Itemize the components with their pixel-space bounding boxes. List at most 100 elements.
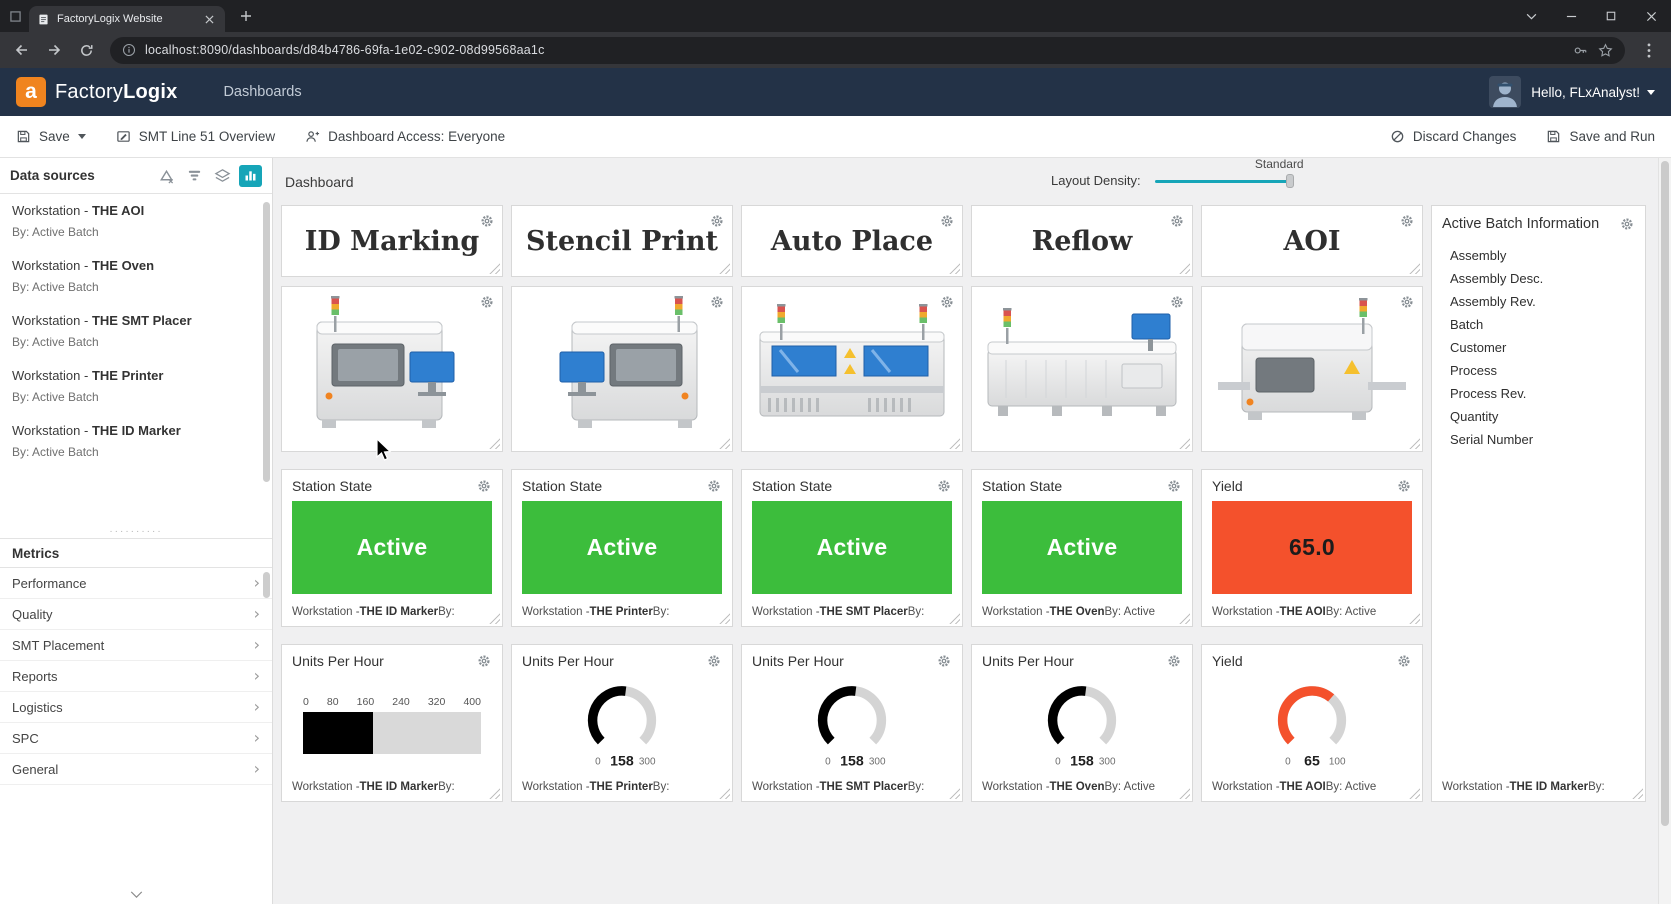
widget-settings-gear-icon[interactable] [939,213,955,229]
save-and-run-button[interactable]: Save and Run [1546,129,1655,144]
widget-station-title[interactable]: Reflow [971,205,1193,277]
widget-machine-image[interactable] [281,286,503,452]
list-item[interactable]: Workstation - THE Oven By: Active Batch [0,249,272,304]
dashboard-access-button[interactable]: Dashboard Access: Everyone [305,129,505,144]
bookmark-star-icon[interactable] [1598,43,1613,58]
widget-settings-gear-icon[interactable] [1166,653,1182,669]
user-avatar[interactable] [1489,76,1521,108]
dashboard-name-button[interactable]: SMT Line 51 Overview [116,129,275,144]
slider-track[interactable] [1155,180,1290,184]
widget-settings-gear-icon[interactable] [706,478,722,494]
save-dropdown-caret-icon[interactable] [78,134,86,139]
widget-settings-gear-icon[interactable] [1399,294,1415,310]
widget-station-title[interactable]: Auto Place [741,205,963,277]
password-key-icon[interactable] [1573,43,1588,58]
sidebar-scrollbar-thumb[interactable] [263,202,270,482]
window-maximize-button[interactable] [1591,0,1631,32]
widget-station-title[interactable]: ID Marking [281,205,503,277]
widget-settings-gear-icon[interactable] [1396,653,1412,669]
widget-settings-gear-icon[interactable] [706,653,722,669]
list-item[interactable]: Workstation - THE SMT Placer By: Active … [0,304,272,359]
widget-settings-gear-icon[interactable] [476,478,492,494]
window-close-button[interactable] [1631,0,1671,32]
list-item[interactable]: Workstation - THE AOI By: Active Batch [0,194,272,249]
browser-tab[interactable]: FactoryLogix Website [29,6,225,32]
refresh-button[interactable] [72,36,100,64]
site-info-icon[interactable] [122,43,136,57]
widget-settings-gear-icon[interactable] [1619,216,1635,232]
user-menu[interactable]: Hello, FLxAnalyst! [1531,85,1655,100]
discard-changes-button[interactable]: Discard Changes [1390,129,1517,144]
greeting-text: Hello, FLxAnalyst! [1531,85,1640,100]
save-button[interactable]: Save [16,129,86,144]
window-chevron-icon[interactable] [1511,0,1551,32]
widget-machine-image[interactable] [971,286,1193,452]
scroll-down-chevron-icon[interactable] [0,884,272,904]
widget-settings-gear-icon[interactable] [1166,478,1182,494]
resize-handle[interactable] [1409,263,1420,274]
sidebar-item-reports[interactable]: Reports› [0,661,272,692]
widget-units-per-hour[interactable]: Units Per Hour 080160240320400 Workstati… [281,644,503,802]
new-tab-button[interactable] [233,3,259,29]
sidebar-item-logistics[interactable]: Logistics› [0,692,272,723]
page-scrollbar[interactable] [1658,158,1671,904]
sidebar-item-smt-placement[interactable]: SMT Placement› [0,630,272,661]
widget-settings-gear-icon[interactable] [936,653,952,669]
datasource-layers-icon[interactable] [211,165,234,187]
widget-settings-gear-icon[interactable] [1169,213,1185,229]
panel-resize-handle[interactable]: ·········· [0,524,272,538]
widget-settings-gear-icon[interactable] [936,478,952,494]
nav-dashboards[interactable]: Dashboards [223,84,301,100]
widget-settings-gear-icon[interactable] [479,213,495,229]
metrics-scrollbar-thumb[interactable] [263,572,270,598]
widget-station-state[interactable]: Station State Active Workstation - THE P… [511,469,733,627]
widget-settings-gear-icon[interactable] [476,653,492,669]
widget-station-title[interactable]: AOI [1201,205,1423,277]
widget-units-per-hour[interactable]: Units Per Hour 0 300 158 Workstation - T… [511,644,733,802]
resize-handle[interactable] [489,263,500,274]
slider-thumb[interactable] [1286,174,1294,188]
widget-settings-gear-icon[interactable] [939,294,955,310]
widget-machine-image[interactable] [741,286,963,452]
widget-settings-gear-icon[interactable] [709,213,725,229]
list-item[interactable]: Workstation - THE ID Marker By: Active B… [0,414,272,469]
list-item[interactable]: Workstation - THE Printer By: Active Bat… [0,359,272,414]
layout-density-slider[interactable]: Standard [1155,174,1290,188]
units-per-hour-linear-gauge: 080160240320400 [303,696,481,754]
sidebar-item-quality[interactable]: Quality› [0,599,272,630]
resize-handle[interactable] [719,263,730,274]
resize-handle[interactable] [1179,263,1190,274]
widget-station-state[interactable]: Station State Active Workstation - THE O… [971,469,1193,627]
widget-units-per-hour[interactable]: Units Per Hour 0 300 158 Workstation - T… [971,644,1193,802]
datasource-filter-icon[interactable] [183,165,206,187]
layout-density-value: Standard [1255,157,1304,171]
widget-settings-gear-icon[interactable] [1399,213,1415,229]
datasource-alarm-icon[interactable] [155,165,178,187]
back-button[interactable] [8,36,36,64]
resize-handle[interactable] [949,263,960,274]
widget-yield[interactable]: Yield 65.0 Workstation - THE AOI By: Act… [1201,469,1423,627]
datasource-charts-icon[interactable] [239,165,262,187]
sidebar-item-spc[interactable]: SPC› [0,723,272,754]
sidebar-item-general[interactable]: General› [0,754,272,785]
widget-settings-gear-icon[interactable] [479,294,495,310]
widget-station-state[interactable]: Station State Active Workstation - THE I… [281,469,503,627]
widget-station-state[interactable]: Station State Active Workstation - THE S… [741,469,963,627]
widget-machine-image[interactable] [1201,286,1423,452]
page-scrollbar-thumb[interactable] [1661,161,1669,826]
browser-menu-icon[interactable] [1635,36,1663,64]
tab-close-icon[interactable] [201,11,217,27]
widget-yield-gauge[interactable]: Yield 0 100 65 Workstation - THE AOI By:… [1201,644,1423,802]
widget-settings-gear-icon[interactable] [1396,478,1412,494]
save-icon [16,129,31,144]
widget-machine-image[interactable] [511,286,733,452]
window-minimize-button[interactable] [1551,0,1591,32]
widget-active-batch-information[interactable]: Active Batch Information Assembly Assemb… [1431,205,1646,802]
sidebar-item-performance[interactable]: Performance› [0,568,272,599]
forward-button[interactable] [40,36,68,64]
widget-settings-gear-icon[interactable] [1169,294,1185,310]
address-bar[interactable]: localhost:8090/dashboards/d84b4786-69fa-… [110,37,1625,64]
widget-station-title[interactable]: Stencil Print [511,205,733,277]
widget-units-per-hour[interactable]: Units Per Hour 0 300 158 Workstation - T… [741,644,963,802]
url-text[interactable]: localhost:8090/dashboards/d84b4786-69fa-… [145,43,1564,57]
